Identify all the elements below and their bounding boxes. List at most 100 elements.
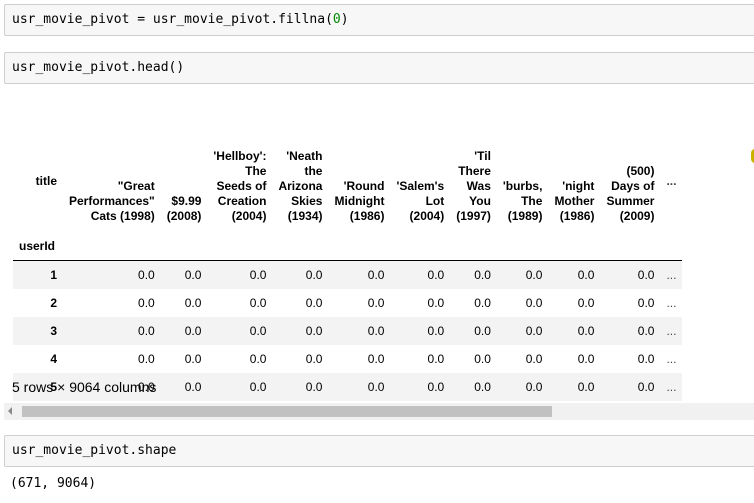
row-ellipsis: ... bbox=[666, 323, 677, 338]
column-ellipsis: ... bbox=[666, 173, 677, 188]
row-ellipsis: ... bbox=[666, 295, 677, 310]
column-header-line: The bbox=[521, 194, 543, 208]
index-spacer bbox=[160, 232, 208, 261]
column-header-line: 'burbs, bbox=[502, 179, 543, 193]
column-header-line: (1986) bbox=[559, 209, 595, 223]
dataframe-output: title "Great Performances" Cats (1998) $9.9… bbox=[13, 104, 754, 401]
table-cell: 0.0 bbox=[474, 351, 491, 366]
table-cell: 0.0 bbox=[367, 295, 385, 310]
column-header: 'Hellboy': The Seeds of Creation (2004) bbox=[207, 104, 272, 232]
column-header-line: (1989) bbox=[507, 209, 543, 223]
table-cell: 0.0 bbox=[637, 323, 655, 338]
triangle-left-icon[interactable] bbox=[8, 407, 12, 415]
column-header-line: There bbox=[458, 164, 491, 178]
table-row: 3 0.0 0.0 0.0 0.0 0.0 0.0 0.0 0.0 0.0 0.0... bbox=[13, 316, 683, 345]
table-cell: 0.0 bbox=[184, 379, 202, 394]
column-header-line: Seeds of bbox=[216, 179, 267, 193]
row-index: 3 bbox=[50, 323, 57, 338]
scrollbar-thumb[interactable] bbox=[22, 406, 552, 417]
table-cell: 0.0 bbox=[474, 267, 491, 282]
table-cell: 0.0 bbox=[427, 267, 445, 282]
table-row: 4 0.0 0.0 0.0 0.0 0.0 0.0 0.0 0.0 0.0 0.0... bbox=[13, 345, 682, 373]
table-cell: 0.0 bbox=[525, 295, 543, 310]
table-cell: 0.0 bbox=[305, 323, 323, 338]
table-cell: 0.0 bbox=[367, 267, 385, 282]
horizontal-scrollbar[interactable] bbox=[4, 403, 754, 420]
fillna-code-prefix: usr_movie_pivot = usr_movie_pivot.fillna… bbox=[12, 12, 333, 27]
table-cell: 0.0 bbox=[525, 267, 543, 282]
column-header-line: (1986) bbox=[349, 209, 385, 223]
dataframe-table: title "Great Performances" Cats (1998) $9.9… bbox=[13, 104, 683, 401]
row-index: 2 bbox=[50, 295, 57, 310]
table-cell: 0.0 bbox=[138, 267, 155, 282]
column-header-line: Arizona bbox=[278, 179, 323, 193]
column-header-line: $9.99 bbox=[171, 194, 202, 208]
column-header-line: 'Round bbox=[343, 179, 385, 193]
column-header-line: Days of bbox=[611, 179, 655, 193]
table-cell: 0.0 bbox=[305, 295, 323, 310]
table-cell: 0.0 bbox=[249, 323, 267, 338]
index-spacer bbox=[450, 232, 497, 261]
row-ellipsis: ... bbox=[666, 267, 677, 282]
index-label-row: userId bbox=[13, 232, 683, 261]
table-cell: 0.0 bbox=[637, 267, 655, 282]
column-header-line: Summer bbox=[606, 194, 655, 208]
shape-code-cell[interactable]: usr_movie_pivot.shape bbox=[4, 435, 754, 467]
column-header: 'Neath the Arizona Skies (1934) bbox=[272, 104, 328, 232]
table-cell: 0.0 bbox=[577, 323, 595, 338]
table-cell: 0.0 bbox=[474, 295, 491, 310]
head-code: usr_movie_pivot.head() bbox=[12, 60, 185, 75]
table-cell: 0.0 bbox=[367, 323, 385, 338]
table-cell: 0.0 bbox=[184, 351, 202, 366]
table-cell: 0.0 bbox=[474, 323, 491, 338]
table-cell: 0.0 bbox=[577, 351, 595, 366]
index-spacer bbox=[328, 232, 391, 261]
column-header-line: Creation bbox=[217, 194, 267, 208]
index-spacer bbox=[660, 232, 683, 261]
column-header: $9.99 (2008) bbox=[161, 104, 208, 232]
table-cell: 0.0 bbox=[249, 351, 267, 366]
column-header-line: Performances" bbox=[69, 194, 155, 208]
row-index: 4 bbox=[50, 351, 57, 366]
index-spacer bbox=[272, 232, 329, 261]
column-header-line: 'Neath bbox=[286, 149, 323, 163]
column-header-line: (2008) bbox=[166, 209, 202, 223]
column-header: "Great Performances" Cats (1998) bbox=[63, 104, 161, 232]
column-header-line: (1934) bbox=[287, 209, 323, 223]
table-cell: 0.0 bbox=[525, 379, 543, 394]
column-header-line: 'Salem's bbox=[396, 179, 445, 193]
table-row: 1 0.0 0.0 0.0 0.0 0.0 0.0 0.0 0.0 0.0 0.0... bbox=[13, 260, 683, 289]
column-header: 'Round Midnight (1986) bbox=[328, 104, 390, 232]
table-cell: 0.0 bbox=[184, 295, 202, 310]
table-cell: 0.0 bbox=[138, 323, 155, 338]
column-header-line: 'night bbox=[562, 179, 595, 193]
column-header-line: 'Hellboy': bbox=[213, 149, 267, 163]
column-header-row: title "Great Performances" Cats (1998) $9.9… bbox=[13, 104, 682, 232]
column-header-line: (1997) bbox=[456, 209, 491, 223]
table-cell: 0.0 bbox=[637, 351, 655, 366]
column-header-line: (2004) bbox=[231, 209, 267, 223]
table-cell: 0.0 bbox=[305, 267, 323, 282]
column-header: 'burbs, The (1989) bbox=[497, 104, 549, 232]
row-ellipsis: ... bbox=[666, 379, 677, 394]
index-spacer bbox=[207, 232, 273, 261]
column-header-line: Cats (1998) bbox=[90, 209, 155, 223]
index-spacer bbox=[600, 232, 661, 261]
table-cell: 0.0 bbox=[525, 323, 543, 338]
table-cell: 0.0 bbox=[138, 351, 155, 366]
table-cell: 0.0 bbox=[637, 379, 655, 394]
table-cell: 0.0 bbox=[184, 323, 202, 338]
column-header-line: Midnight bbox=[334, 194, 385, 208]
column-header-line: the bbox=[304, 164, 323, 178]
column-header-line: (2009) bbox=[619, 209, 655, 223]
table-cell: 0.0 bbox=[577, 267, 595, 282]
table-cell: 0.0 bbox=[249, 295, 267, 310]
table-row: 2 0.0 0.0 0.0 0.0 0.0 0.0 0.0 0.0 0.0 0.0... bbox=[13, 289, 682, 317]
index-spacer bbox=[63, 232, 161, 261]
fillna-code-arg: 0 bbox=[332, 12, 341, 27]
index-spacer bbox=[548, 232, 601, 261]
fillna-code-cell[interactable]: usr_movie_pivot = usr_movie_pivot.fillna… bbox=[4, 4, 754, 36]
column-header-line: Skies bbox=[291, 194, 323, 208]
column-header: 'Salem's Lot (2004) bbox=[390, 104, 450, 232]
head-code-cell[interactable]: usr_movie_pivot.head() bbox=[4, 52, 754, 84]
